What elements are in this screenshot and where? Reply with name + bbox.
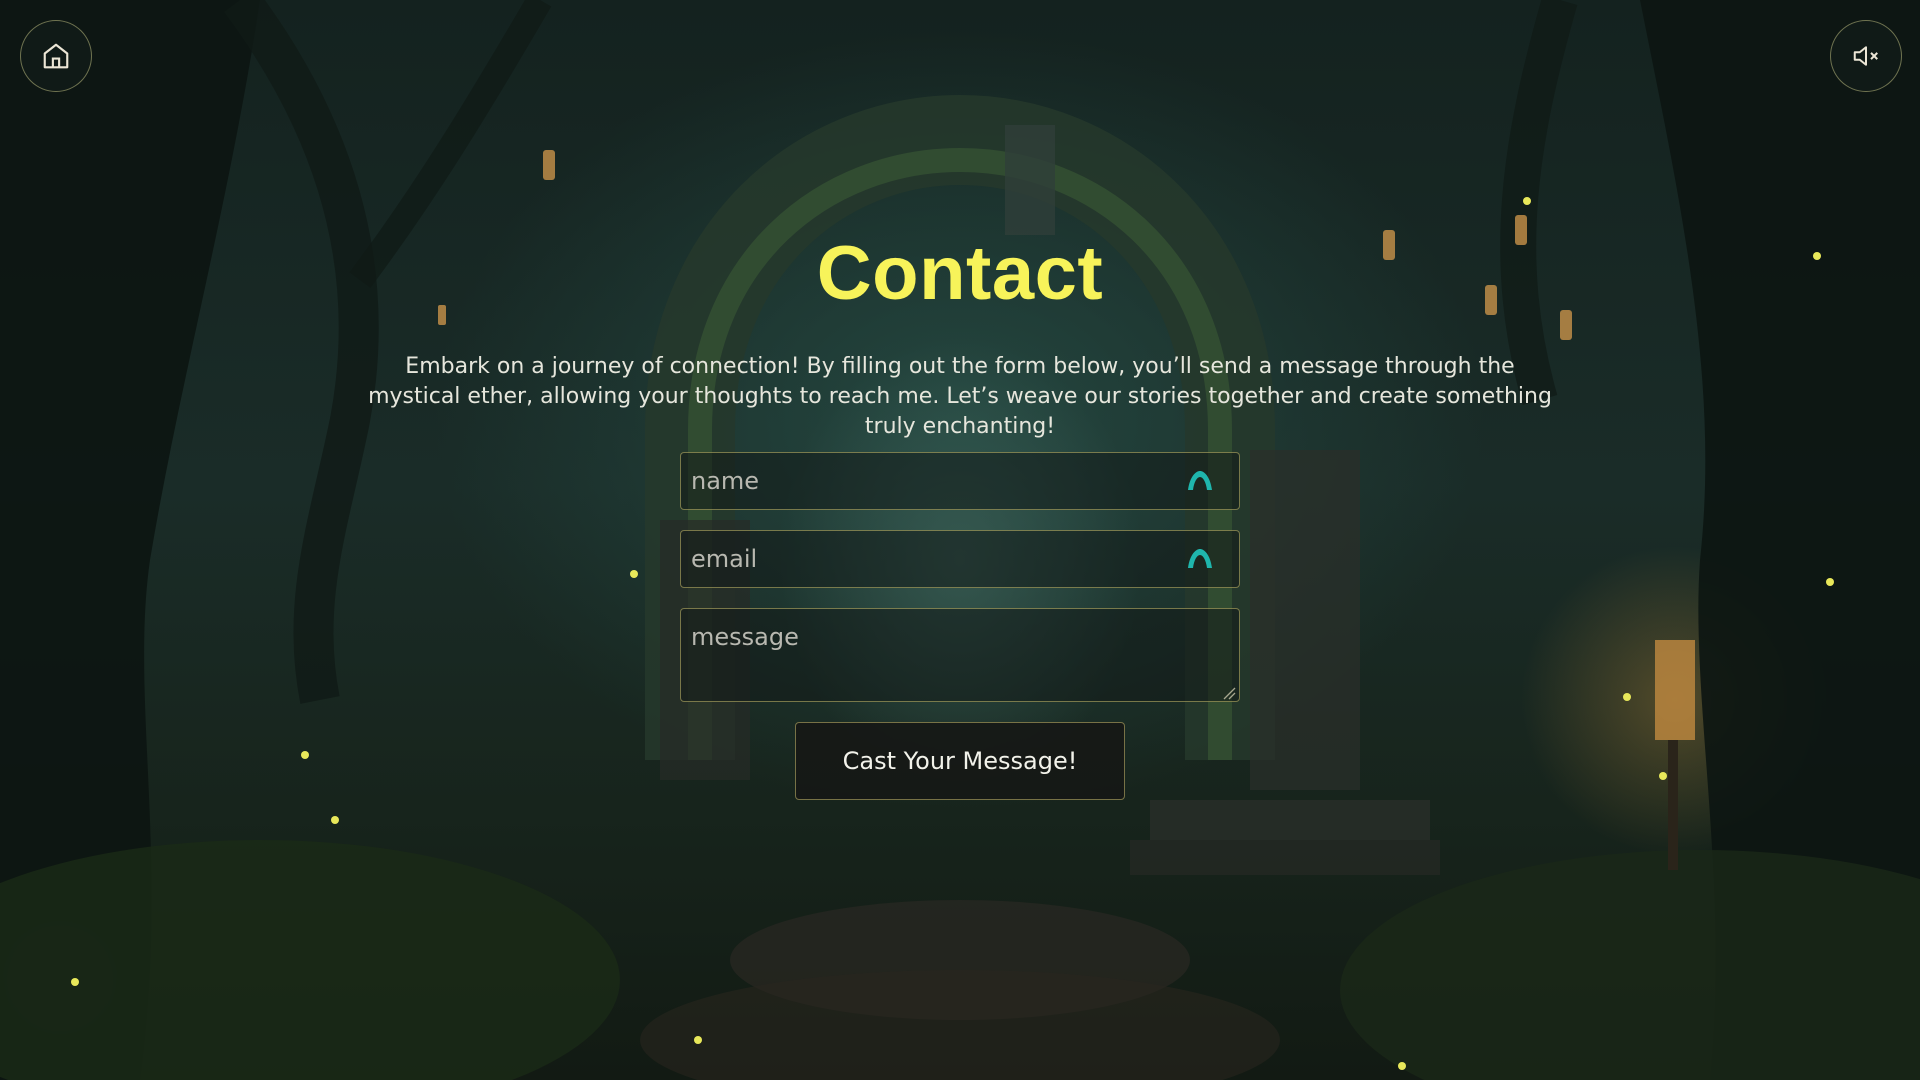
page-title: Contact: [816, 231, 1104, 316]
intro-text: Embark on a journey of connection! By fi…: [368, 354, 1552, 439]
name-input[interactable]: [680, 452, 1240, 510]
password-manager-icon[interactable]: [1186, 546, 1214, 570]
contact-section: Contact Embark on a journey of connectio…: [0, 0, 1920, 1080]
resize-handle-icon[interactable]: [1220, 684, 1236, 700]
password-manager-icon[interactable]: [1186, 468, 1214, 492]
submit-button[interactable]: Cast Your Message!: [795, 722, 1125, 800]
message-textarea[interactable]: [680, 608, 1240, 702]
email-input[interactable]: [680, 530, 1240, 588]
